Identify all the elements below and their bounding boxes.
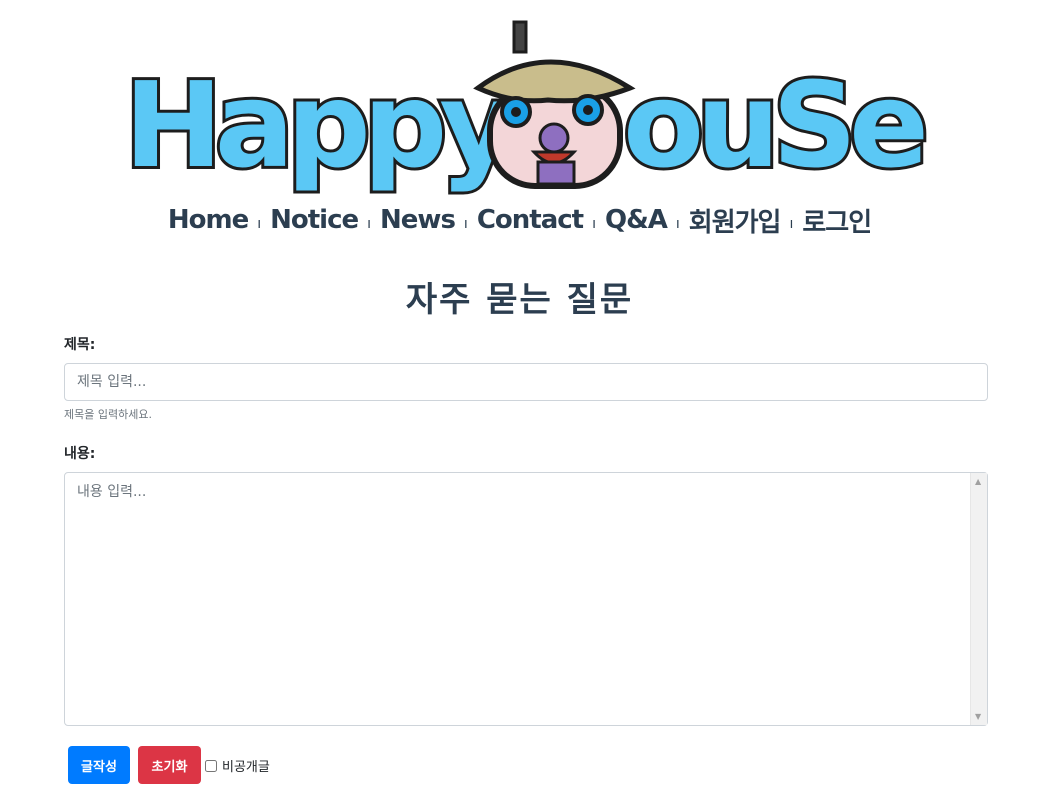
logo-word-house: ouSe [620,53,935,197]
nav-login[interactable]: 로그인 [802,202,872,239]
nav-home[interactable]: Home [168,205,249,235]
title-help-text: 제목을 입력하세요. [64,408,152,421]
write-button[interactable]: 글작성 [68,746,130,784]
title-label: 제목: [64,337,96,353]
secret-option[interactable]: 비공개글 [205,756,270,775]
nav-news[interactable]: News [380,205,456,235]
happyhouse-logo[interactable]: Happy ouSe [118,16,938,198]
nav-contact[interactable]: Contact [477,205,584,235]
nav-separator: ı [463,216,468,232]
secret-checkbox[interactable] [205,759,217,772]
content-scrollbar[interactable]: ▲ ▼ [970,473,987,725]
content-label: 내용: [64,446,96,462]
logo-word-happy: Happy [121,53,525,197]
page-title: 자주 묻는 질문 [405,280,634,320]
nav-separator: ı [592,216,596,232]
title-input[interactable] [64,363,988,401]
reset-button[interactable]: 초기화 [138,746,201,784]
nav-notice[interactable]: Notice [270,205,359,235]
secret-label: 비공개글 [222,760,270,775]
svg-text:Happy: Happy [124,56,514,194]
nav-separator: ı [367,216,372,232]
nav-separator: ı [257,216,262,232]
main-nav: Home ı Notice ı News ı Contact ı Q&A ı 회… [0,200,1039,240]
scroll-down-arrow-icon[interactable]: ▼ [975,712,981,721]
nav-qna[interactable]: Q&A [605,205,668,235]
content-textarea[interactable] [64,472,988,726]
nav-separator: ı [675,216,680,232]
nav-separator: ı [789,216,794,232]
svg-text:ouSe: ouSe [623,56,924,194]
logo-house-mascot [473,20,636,189]
nav-signup[interactable]: 회원가입 [689,202,782,239]
scroll-up-arrow-icon[interactable]: ▲ [975,477,981,486]
